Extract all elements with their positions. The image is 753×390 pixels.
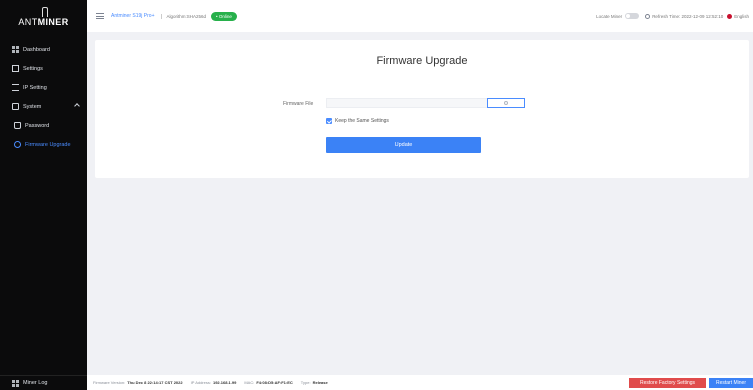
sidebar-item-system[interactable]: System xyxy=(0,97,87,116)
ip-address: 192.168.1.99 xyxy=(212,380,237,385)
page-title: Firmware Upgrade xyxy=(376,55,468,67)
language-selector[interactable]: English xyxy=(727,13,749,19)
sidebar-item-password[interactable]: Password xyxy=(0,116,87,135)
mac-address: F4:08:D5:AF:F1:EC xyxy=(256,380,293,385)
keep-settings-checkbox[interactable] xyxy=(326,118,332,124)
status-badge: • Online xyxy=(211,11,237,21)
keep-settings-option[interactable]: Keep the Same Settings xyxy=(326,118,389,124)
sidebar-item-ip-setting[interactable]: IP Setting xyxy=(0,78,87,97)
restore-factory-button[interactable]: Restore Factory Settings xyxy=(629,378,706,388)
algorithm-label: Algorithm:SHA256d xyxy=(160,13,206,19)
locate-miner-label: Locate Miner xyxy=(596,13,623,19)
folder-icon xyxy=(504,101,508,105)
browse-file-button[interactable] xyxy=(487,98,525,108)
log-icon xyxy=(12,379,19,387)
firmware-file-label: Firmware File xyxy=(283,101,314,107)
upgrade-icon xyxy=(14,141,21,148)
lock-icon xyxy=(14,122,21,129)
menu-toggle-icon[interactable] xyxy=(96,13,104,19)
firmware-file-input[interactable] xyxy=(326,98,488,108)
firmware-version: Thu Dec 8 22:14:17 CST 2022 xyxy=(127,380,183,385)
update-button[interactable]: Update xyxy=(326,137,481,153)
system-icon xyxy=(12,103,19,110)
model-name: Antminer S19j Pro+ xyxy=(111,13,155,19)
header-bar: Antminer S19j Pro+ Algorithm:SHA256d • O… xyxy=(87,0,753,32)
refresh-icon xyxy=(645,13,651,19)
logo-mark-icon xyxy=(39,7,49,17)
chevron-up-icon xyxy=(74,103,80,109)
settings-icon xyxy=(12,65,19,72)
locate-miner-toggle[interactable] xyxy=(625,13,640,19)
antminer-logo: ANTMINER xyxy=(0,0,87,34)
sidebar-item-settings[interactable]: Settings xyxy=(0,59,87,78)
sidebar-nav: Dashboard Settings IP Setting System Pas… xyxy=(0,40,87,154)
flag-icon xyxy=(727,13,733,19)
restart-miner-button[interactable]: Restart Miner xyxy=(709,378,753,388)
dashboard-icon xyxy=(12,46,19,53)
network-icon xyxy=(12,84,19,91)
footer-bar: Firmware Version: Thu Dec 8 22:14:17 CST … xyxy=(87,375,753,390)
miner-log-link[interactable]: Miner Log xyxy=(0,375,87,390)
sidebar: ANTMINER Dashboard Settings IP Setting S… xyxy=(0,0,87,390)
sidebar-item-dashboard[interactable]: Dashboard xyxy=(0,40,87,59)
build-type: Release xyxy=(312,380,328,385)
firmware-upgrade-card: Firmware Upgrade Firmware File Keep the … xyxy=(95,40,749,178)
refresh-time[interactable]: Refresh Time: 2022-12-09 12:52:10 xyxy=(645,13,723,19)
sidebar-item-firmware-upgrade[interactable]: Firmware Upgrade xyxy=(0,135,87,154)
